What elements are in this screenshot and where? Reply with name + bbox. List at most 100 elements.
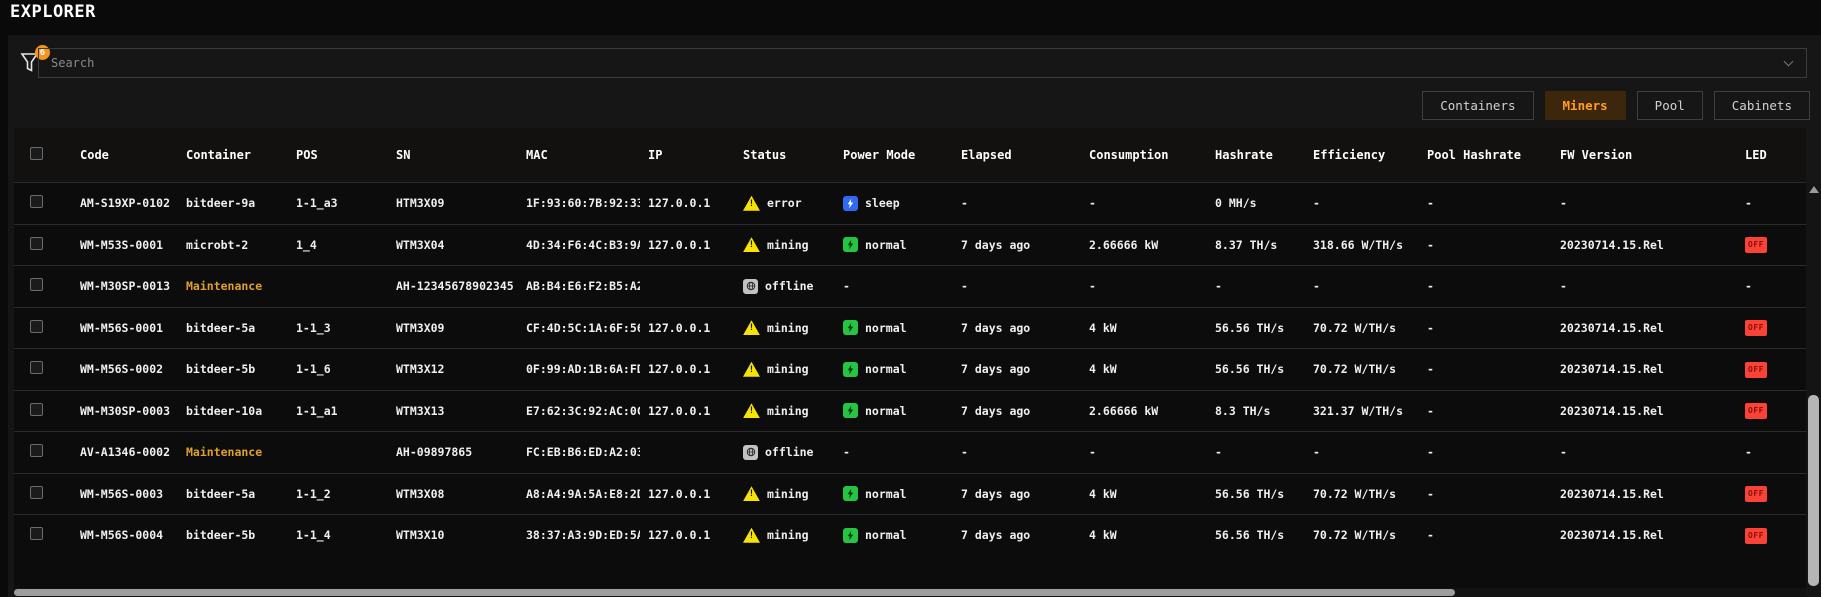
table-row[interactable]: WM-M56S-0001 bitdeer-5a 1-1_3 WTM3X09 CF:4D:… [14, 306, 1806, 349]
power-normal-icon [843, 361, 858, 377]
scroll-up-arrow-icon[interactable] [1809, 186, 1819, 193]
cell-consumption: 2.66666 kW [1089, 237, 1159, 252]
power-mode-label: normal [865, 320, 907, 335]
cell-code: AM-S19XP-0102 [80, 196, 171, 211]
cell-consumption: 2.66666 kW [1089, 403, 1159, 418]
table-row[interactable]: AM-S19XP-0102 bitdeer-9a 1-1_a3 HTM3X09 1F:9… [14, 182, 1806, 224]
cell-mac: 4D:34:F6:4C:B3:9A [526, 237, 640, 252]
cell-code: WM-M53S-0001 [80, 237, 164, 252]
power-mode-label: normal [865, 362, 907, 377]
cell-efficiency: - [1313, 445, 1320, 460]
table-row[interactable]: WM-M30SP-0013 Maintenance AH-1234567890234… [14, 265, 1806, 307]
row-checkbox[interactable] [30, 402, 43, 416]
row-select-cell [14, 195, 72, 211]
cell-consumption: 4 kW [1089, 528, 1117, 543]
column-header-mac: MAC [526, 148, 548, 162]
row-select-cell [14, 319, 72, 336]
row-select-cell [14, 444, 72, 460]
power-sleep-icon [843, 195, 858, 211]
cell-fw-version: 20230714.15.Rel [1560, 320, 1664, 335]
explorer-panel: 6 ContainersMinersPoolCabinets CodeConta… [8, 35, 1821, 597]
cell-pool-hashrate: - [1427, 486, 1434, 501]
table-row[interactable]: WM-M56S-0004 bitdeer-5b 1-1_4 WTM3X10 38:37:… [14, 514, 1806, 556]
cell-container: Maintenance [186, 279, 263, 294]
cell-container: Maintenance [186, 445, 263, 460]
power-mode-label: normal [865, 486, 907, 501]
row-checkbox[interactable] [30, 527, 43, 541]
lightning-bolt-icon [847, 405, 854, 416]
row-checkbox[interactable] [30, 319, 43, 333]
table-row[interactable]: WM-M56S-0002 bitdeer-5b 1-1_6 WTM3X12 0F:99:… [14, 348, 1806, 390]
cell-mac: CF:4D:5C:1A:6F:56 [526, 320, 640, 335]
tab-cabinets[interactable]: Cabinets [1713, 91, 1810, 120]
vertical-scrollbar[interactable] [1806, 183, 1821, 597]
tab-miners[interactable]: Miners [1544, 91, 1626, 120]
led-off-badge: OFF [1745, 361, 1767, 378]
cell-code: WM-M56S-0001 [80, 320, 164, 335]
warning-icon [743, 195, 760, 211]
cell-hashrate: 8.37 TH/s [1215, 237, 1278, 252]
table-row[interactable]: AV-A1346-0002 Maintenance AH-09897865 FC:EB… [14, 431, 1806, 473]
row-checkbox[interactable] [30, 361, 43, 375]
column-header-pos: POS [296, 148, 318, 162]
power-normal-icon [843, 403, 858, 419]
column-header-sn: SN [396, 148, 411, 162]
status-label: mining [767, 528, 809, 543]
horizontal-scrollbar-thumb[interactable] [14, 589, 1455, 596]
cell-fw-version: 20230714.15.Rel [1560, 528, 1664, 543]
column-header-efficiency: Efficiency [1313, 148, 1386, 162]
row-select-cell [14, 527, 72, 543]
globe-offline-icon [746, 448, 755, 457]
select-all-checkbox[interactable] [30, 147, 43, 160]
cell-ip: 127.0.0.1 [648, 362, 711, 377]
cell-consumption: - [1089, 196, 1096, 211]
power-mode-label: - [843, 279, 850, 294]
led-off-badge: OFF [1745, 320, 1767, 337]
search-input[interactable] [39, 49, 1806, 77]
table-row[interactable]: WM-M30SP-0003 bitdeer-10a 1-1_a1 WTM3X13 E7:… [14, 389, 1806, 432]
table-row[interactable]: WM-M56S-0003 bitdeer-5a 1-1_2 WTM3X08 A8:A4:… [14, 472, 1806, 515]
cell-ip: 127.0.0.1 [648, 237, 711, 252]
row-checkbox[interactable] [30, 485, 43, 499]
cell-container: bitdeer-5a [186, 486, 256, 501]
row-select-cell [14, 361, 72, 377]
cell-led: OFF [1737, 485, 1806, 503]
table-body: AM-S19XP-0102 bitdeer-9a 1-1_a3 HTM3X09 1F:9… [14, 182, 1806, 556]
cell-fw-version: 20230714.15.Rel [1560, 362, 1664, 377]
column-header-fw-version: FW Version [1560, 148, 1633, 162]
led-off-badge: OFF [1745, 237, 1767, 254]
warning-icon [743, 527, 760, 543]
row-checkbox[interactable] [30, 444, 43, 458]
cell-power-mode: normal [835, 527, 953, 543]
cell-container: bitdeer-5a [186, 320, 256, 335]
row-checkbox[interactable] [30, 278, 43, 292]
status-label: offline [765, 445, 814, 460]
row-checkbox[interactable] [30, 195, 43, 209]
cell-sn: HTM3X09 [396, 196, 445, 211]
cell-fw-version: - [1560, 279, 1567, 294]
cell-status: mining [735, 361, 835, 377]
cell-code: WM-M56S-0003 [80, 486, 164, 501]
cell-status: offline [735, 444, 835, 460]
cell-ip: 127.0.0.1 [648, 403, 711, 418]
cell-mac: 1F:93:60:7B:92:33 [526, 196, 640, 211]
cell-status: mining [735, 403, 835, 419]
tab-pool[interactable]: Pool [1636, 91, 1703, 120]
vertical-scrollbar-thumb[interactable] [1808, 395, 1819, 586]
warning-icon [743, 361, 760, 377]
table-row[interactable]: WM-M53S-0001 microbt-2 1_4 WTM3X04 4D:34:F6:… [14, 223, 1806, 266]
cell-hashrate: 56.56 TH/s [1215, 320, 1285, 335]
cell-power-mode: - [835, 445, 953, 459]
cell-code: WM-M30SP-0013 [80, 279, 171, 294]
cell-pos: 1-1_a3 [296, 196, 338, 211]
column-header-elapsed: Elapsed [961, 148, 1012, 162]
cell-pool-hashrate: - [1427, 196, 1434, 211]
lightning-bolt-icon [847, 322, 854, 333]
horizontal-scrollbar[interactable] [14, 588, 1806, 597]
cell-pool-hashrate: - [1427, 279, 1434, 294]
cell-container: bitdeer-9a [186, 196, 256, 211]
row-checkbox[interactable] [30, 236, 43, 250]
tab-containers[interactable]: Containers [1422, 91, 1534, 120]
cell-led: - [1745, 196, 1752, 211]
cell-mac: FC:EB:B6:ED:A2:03 [526, 445, 640, 460]
